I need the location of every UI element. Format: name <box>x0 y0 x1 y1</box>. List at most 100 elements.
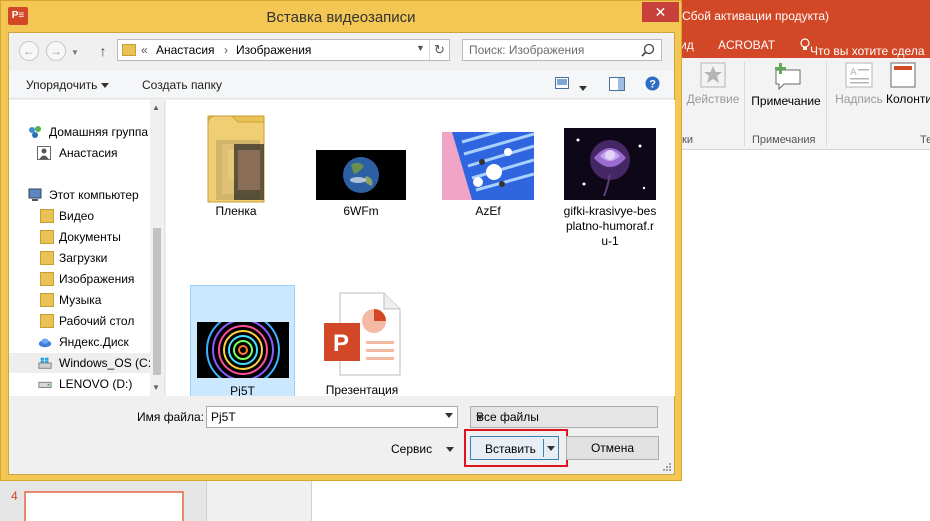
preview-pane-button[interactable] <box>609 77 625 94</box>
nav-folder-videos[interactable]: Видео <box>9 206 150 226</box>
file-item-video[interactable]: gifki-krasivye-bes platno-humoraf.r u-1 <box>555 106 665 248</box>
refresh-button[interactable]: ↻ <box>429 40 449 60</box>
svg-text:?: ? <box>649 79 656 91</box>
cancel-button[interactable]: Отмена <box>566 436 659 460</box>
view-thumbnails-icon <box>555 77 569 89</box>
file-name: gifki-krasivye-bes platno-humoraf.r u-1 <box>555 204 665 249</box>
pane-splitter <box>207 481 312 521</box>
file-item-video[interactable]: AzEf <box>436 106 540 222</box>
organize-menu[interactable]: Упорядочить <box>26 78 110 92</box>
filter-value: Все файлы <box>476 410 539 424</box>
file-name-line: gifki-krasivye-bes <box>563 204 657 218</box>
desktop-folder-icon <box>40 314 54 328</box>
chevron-down-icon <box>579 86 587 92</box>
video-thumbnail-earth <box>316 150 406 200</box>
nav-label: Видео <box>59 209 95 223</box>
chevron-down-icon[interactable] <box>445 413 453 418</box>
arrow-right-icon: → <box>50 44 62 58</box>
search-box[interactable] <box>462 39 662 61</box>
nav-folder-pictures[interactable]: Изображения <box>9 269 150 289</box>
tab-view-fragment[interactable]: ид <box>680 38 694 52</box>
navigation-pane: Домашняя группа Анастасия Этот компьютер… <box>9 100 165 396</box>
video-folder-icon <box>40 209 54 223</box>
nav-label: Загрузки <box>59 251 108 265</box>
new-comment-button[interactable]: Примечание <box>746 62 826 108</box>
tell-me-box[interactable]: Что вы хотите сдела <box>800 38 925 58</box>
nav-drive-d[interactable]: LENOVO (D:) <box>9 374 150 394</box>
highlight-annotation <box>464 429 568 467</box>
nav-this-pc[interactable]: Этот компьютер <box>9 185 150 205</box>
downloads-folder-icon <box>40 251 54 265</box>
ribbon-group-links-fragment: ки <box>682 134 693 146</box>
preview-pane-icon <box>609 77 625 91</box>
slide-thumbnail[interactable] <box>24 491 184 521</box>
dialog-title-bar[interactable]: P≡ Вставка видеозаписи ✕ <box>1 1 681 33</box>
file-item-video-selected[interactable]: Pj5T <box>190 285 295 401</box>
change-view-button[interactable] <box>555 77 569 92</box>
svg-text:A: A <box>850 67 857 78</box>
scroll-up-icon[interactable]: ▲ <box>152 103 160 112</box>
forward-button[interactable]: → <box>46 41 66 61</box>
recent-locations-dropdown[interactable]: ▼ <box>71 48 79 57</box>
nav-folder-music[interactable]: Музыка <box>9 290 150 310</box>
search-input[interactable] <box>469 42 629 58</box>
textbox-label: Надпись <box>835 92 883 106</box>
slide-thumbnails-pane: 4 <box>0 481 207 521</box>
scrollbar-thumb[interactable] <box>153 228 161 375</box>
resize-grip-icon[interactable] <box>662 462 672 472</box>
video-thumbnail-abstract <box>442 132 534 200</box>
nav-label: Яндекс.Диск <box>59 335 129 349</box>
nav-homegroup[interactable]: Домашняя группа <box>9 122 150 142</box>
command-bar: Упорядочить Создать папку ? <box>9 71 674 99</box>
breadcrumb-pictures[interactable]: Изображения <box>236 43 311 57</box>
help-button[interactable]: ? <box>645 76 660 94</box>
header-footer-label: Колонти <box>886 92 930 106</box>
file-name-line: u-1 <box>601 234 619 248</box>
file-type-filter[interactable]: Все файлы <box>470 406 658 428</box>
up-folder-button[interactable]: ↑ <box>94 41 112 61</box>
filename-label: Имя файла: <box>137 410 204 424</box>
filename-input[interactable] <box>206 406 458 428</box>
tools-menu[interactable]: Сервис <box>391 442 455 456</box>
nav-user[interactable]: Анастасия <box>9 143 150 163</box>
action-label: Действие <box>686 92 740 106</box>
file-item-presentation[interactable]: P Презентация <box>310 289 414 405</box>
nav-folder-desktop[interactable]: Рабочий стол <box>9 311 150 331</box>
nav-label: Изображения <box>59 272 135 286</box>
nav-folder-downloads[interactable]: Загрузки <box>9 248 150 268</box>
breadcrumb-overflow[interactable]: « <box>141 43 148 57</box>
nav-label: LENOVO (D:) <box>59 377 133 391</box>
file-item-video[interactable]: 6WFm <box>309 106 413 222</box>
breadcrumb-user[interactable]: Анастасия <box>156 43 215 57</box>
dialog-body: ← → ▼ ↑ « Анастасия › Изображения ▼ ↻ По… <box>8 32 675 475</box>
address-bar[interactable]: « Анастасия › Изображения ▼ ↻ <box>117 39 450 61</box>
scroll-down-icon[interactable]: ▼ <box>152 383 160 392</box>
nav-folder-documents[interactable]: Документы <box>9 227 150 247</box>
nav-yandex-disk[interactable]: Яндекс.Диск <box>9 332 150 352</box>
powerpoint-file-icon: P <box>324 292 401 376</box>
close-button[interactable]: ✕ <box>642 2 679 22</box>
yandex-disk-icon <box>38 338 52 348</box>
file-name: Пленка <box>215 204 257 218</box>
action-button[interactable]: Действие <box>684 62 742 106</box>
tab-acrobat[interactable]: ACROBAT <box>718 38 775 52</box>
back-button[interactable]: ← <box>19 41 39 61</box>
ribbon-group-comments: Примечания <box>752 134 816 146</box>
nav-drive-c[interactable]: Windows_OS (C:) <box>9 353 155 373</box>
header-footer-button[interactable]: Колонти <box>886 62 930 106</box>
navigation-scrollbar[interactable]: ▲ ▼ <box>150 100 164 396</box>
file-name: 6WFm <box>343 204 379 218</box>
computer-icon <box>28 188 42 201</box>
chevron-down-icon[interactable]: ▼ <box>416 43 425 53</box>
ribbon-separator <box>826 62 827 146</box>
file-item-folder[interactable]: Пленка <box>184 106 288 222</box>
tools-label: Сервис <box>391 442 433 456</box>
user-icon <box>37 146 51 160</box>
file-name: AzEf <box>475 204 501 218</box>
textbox-button[interactable]: A Надпись <box>832 62 886 106</box>
arrow-up-icon: ↑ <box>99 43 107 59</box>
new-folder-button[interactable]: Создать папку <box>142 78 222 92</box>
view-options-dropdown[interactable] <box>579 81 587 95</box>
windows-drive-icon <box>38 357 52 369</box>
ribbon-group-text-fragment: Те <box>920 134 930 146</box>
